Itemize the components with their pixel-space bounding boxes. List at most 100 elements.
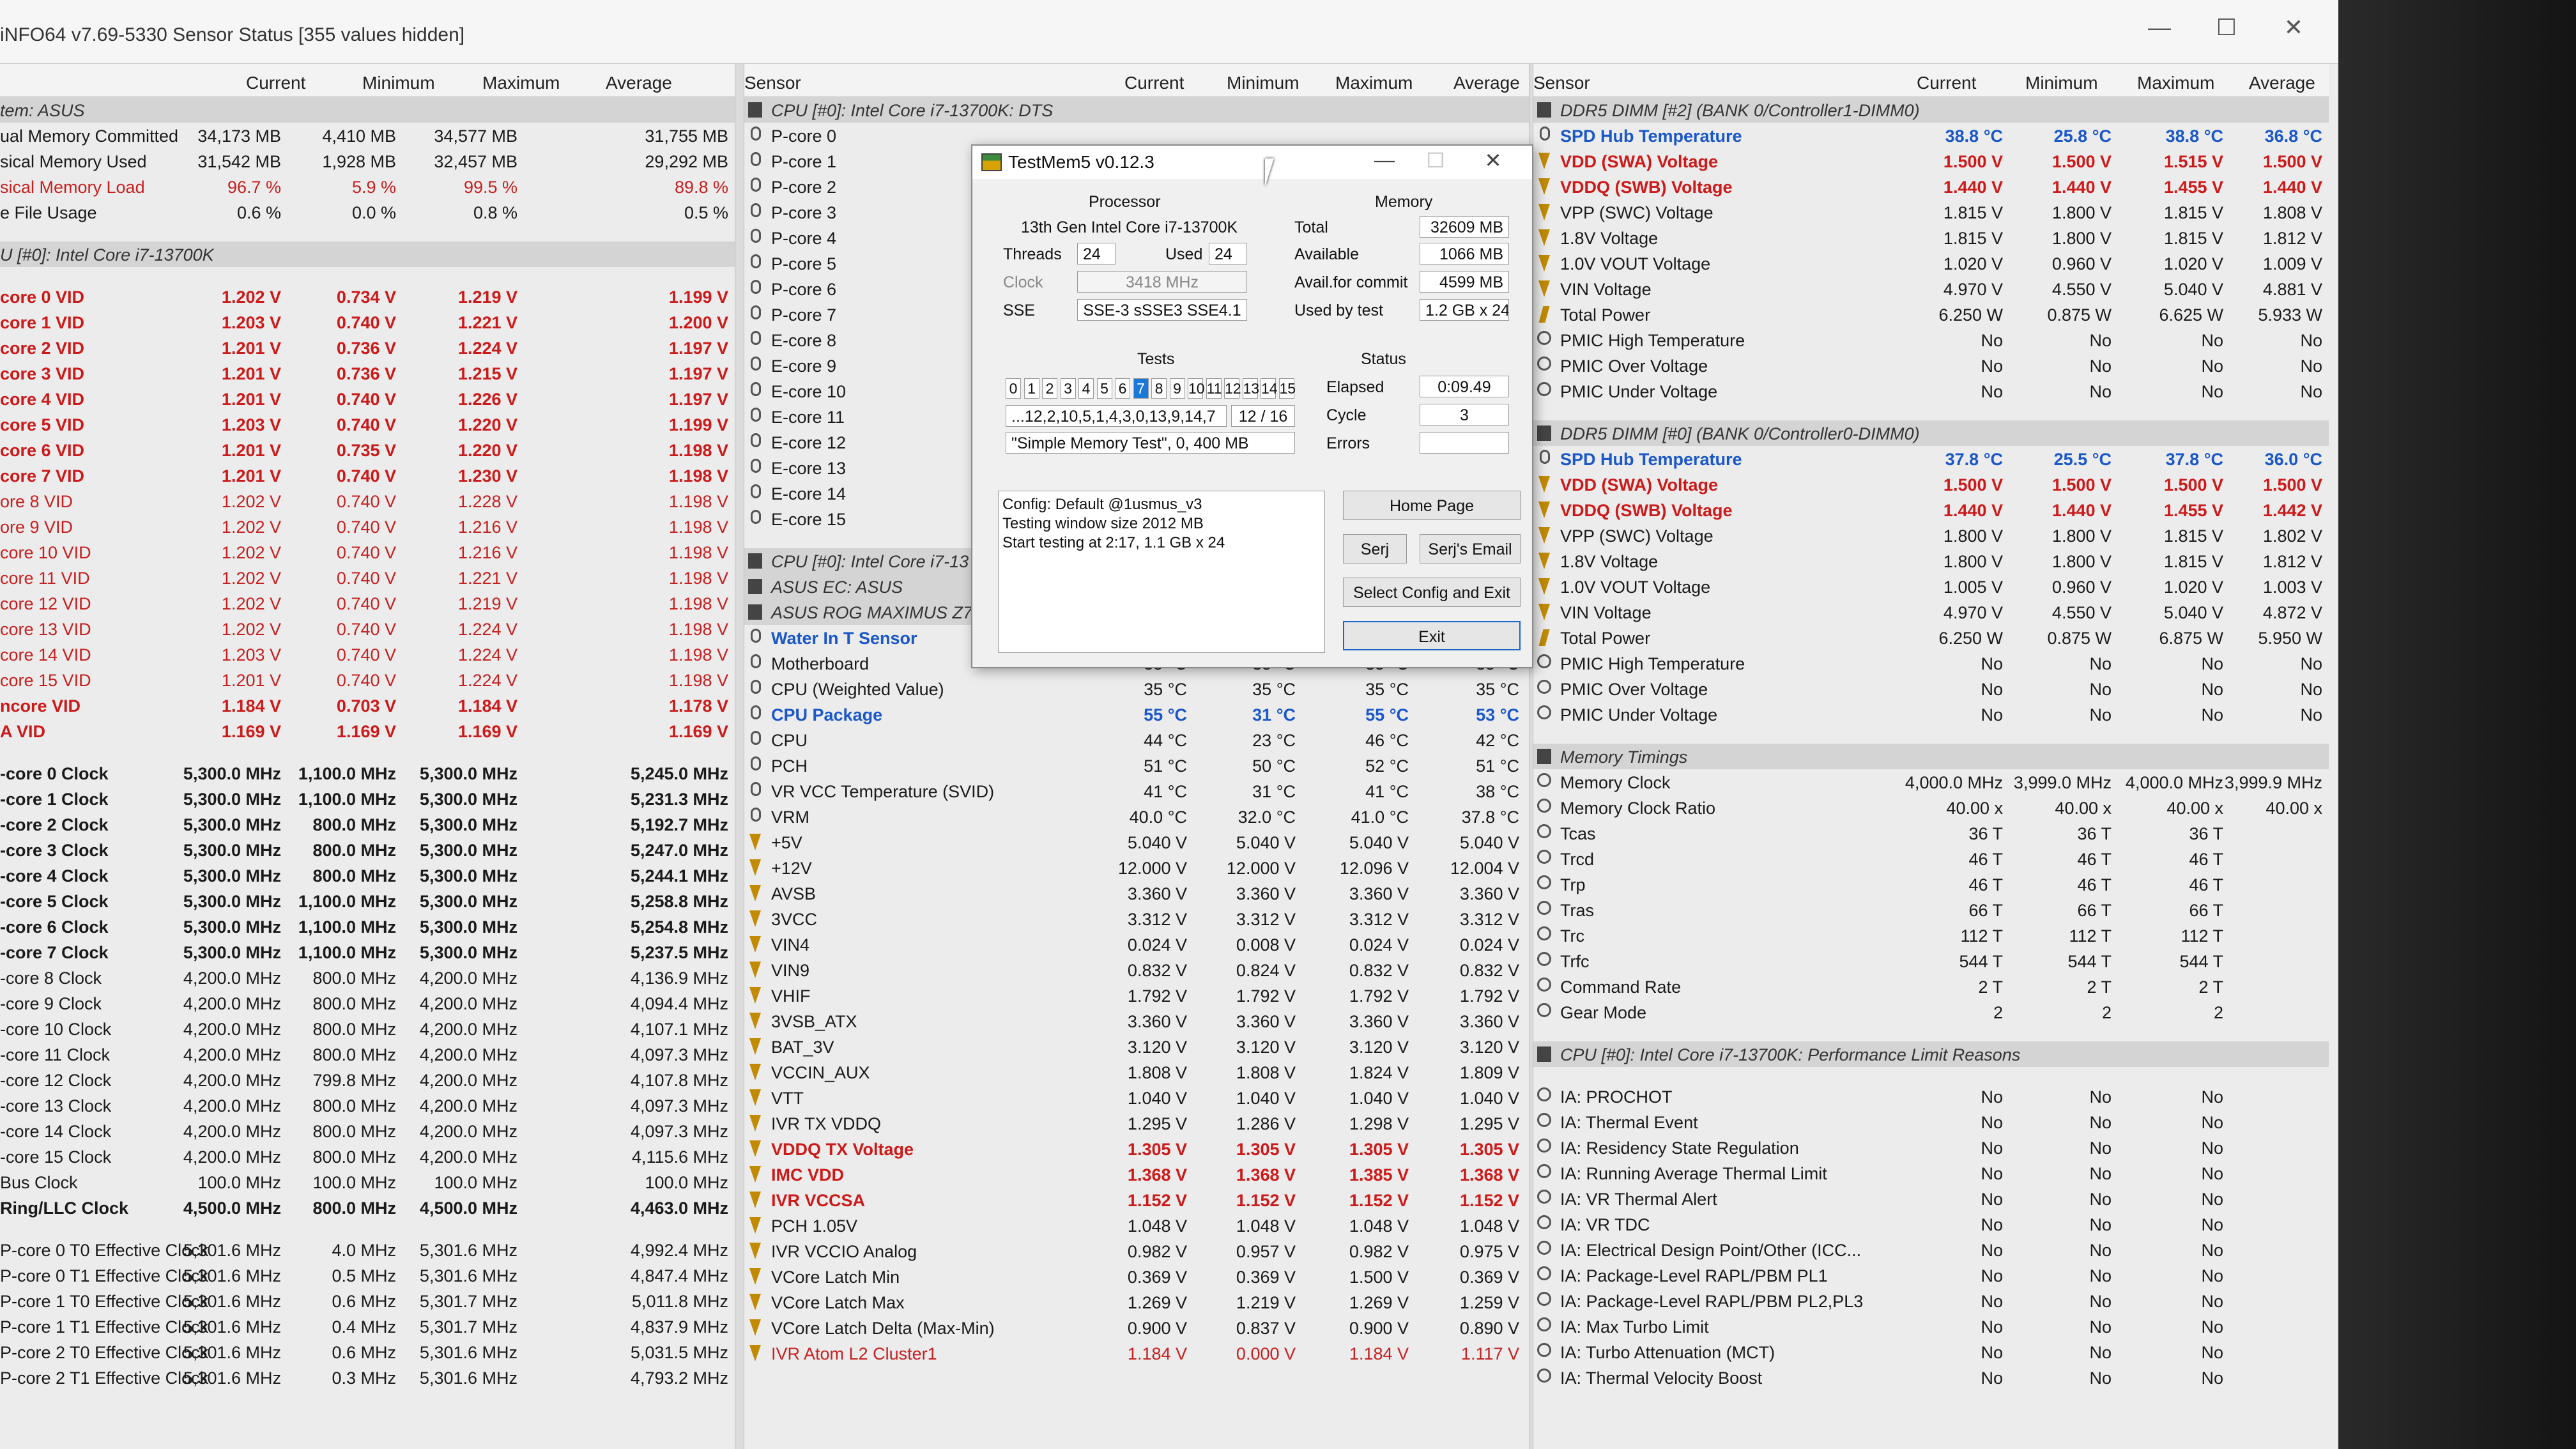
sensor-row[interactable]: -core 9 Clock 4,200.0 MHz 800.0 MHz 4,200.0… <box>0 990 735 1016</box>
close-button[interactable]: ✕ <box>2274 14 2313 41</box>
sensor-row[interactable]: ore 8 VID 1.202 V 0.740 V 1.228 V 1.198 V <box>0 488 735 514</box>
sensor-row[interactable]: core 11 VID 1.202 V 0.740 V 1.221 V 1.198 V <box>0 565 735 590</box>
sensor-row[interactable]: 1.8V Voltage 1.815 V 1.800 V 1.815 V 1.812 V <box>1533 225 2329 250</box>
sensor-row[interactable]: PCH 51 °C 50 °C 52 °C 51 °C <box>744 753 1529 778</box>
sensor-row[interactable]: -core 3 Clock 5,300.0 MHz 800.0 MHz 5,300.0… <box>0 837 735 862</box>
sensor-row[interactable]: P-core 1 T1 Effective Clock 5,301.6 MHz 0.… <box>0 1314 735 1339</box>
sensor-row[interactable]: +12V 12.000 V 12.000 V 12.096 V 12.004 V <box>744 855 1529 880</box>
col-current[interactable]: Current <box>1917 73 1976 93</box>
sensor-row[interactable]: IA: Turbo Attenuation (MCT) No No No <box>1533 1339 2329 1365</box>
available-field[interactable]: 1066 MB <box>1420 243 1509 264</box>
sensor-row[interactable]: Trfc 544 T 544 T 544 T <box>1533 948 2329 974</box>
sensor-row[interactable]: IA: PROCHOT No No No <box>1533 1084 2329 1109</box>
col-sensor[interactable]: Sensor <box>1533 73 1590 93</box>
sensor-row[interactable]: core 12 VID 1.202 V 0.740 V 1.219 V 1.198 V <box>0 590 735 616</box>
current-test-field[interactable]: "Simple Memory Test", 0, 400 MB <box>1006 432 1295 454</box>
testmem-close-button[interactable]: ✕ <box>1477 148 1509 172</box>
sensor-row[interactable]: Gear Mode 2 2 2 <box>1533 999 2329 1025</box>
sensor-row[interactable]: core 15 VID 1.201 V 0.740 V 1.224 V 1.198 V <box>0 667 735 693</box>
sensor-row[interactable]: VCore Latch Max 1.269 V 1.219 V 1.269 V 1.25… <box>744 1289 1529 1315</box>
sensor-row[interactable]: -core 4 Clock 5,300.0 MHz 800.0 MHz 5,300.0… <box>0 862 735 888</box>
sensor-row[interactable]: PMIC Under Voltage No No No No <box>1533 702 2329 727</box>
sensor-row[interactable]: VIN Voltage 4.970 V 4.550 V 5.040 V 4.872 V <box>1533 599 2329 625</box>
sensor-row[interactable]: VDD (SWA) Voltage 1.500 V 1.500 V 1.500 V 1.… <box>1533 471 2329 497</box>
sensor-row[interactable]: IVR Atom L2 Cluster1 1.184 V 0.000 V 1.184 … <box>744 1340 1529 1366</box>
sensor-row[interactable]: IA: VR TDC No No No <box>1533 1211 2329 1237</box>
total-field[interactable]: 32609 MB <box>1420 216 1509 238</box>
testmem-minimize-button[interactable]: — <box>1368 148 1400 172</box>
sensor-row[interactable]: -core 14 Clock 4,200.0 MHz 800.0 MHz 4,200.… <box>0 1118 735 1144</box>
sensor-row[interactable]: -core 5 Clock 5,300.0 MHz 1,100.0 MHz 5,300… <box>0 888 735 914</box>
test-progress-field[interactable]: 12 / 16 <box>1231 405 1295 427</box>
sensor-row[interactable]: IA: Package-Level RAPL/PBM PL2,PL3 No No No <box>1533 1288 2329 1314</box>
sensor-row[interactable]: P-core 0 T0 Effective Clock 5,301.6 MHz 4.… <box>0 1237 735 1262</box>
sensor-row[interactable]: e File Usage 0.6 % 0.0 % 0.8 % 0.5 % <box>0 199 735 225</box>
sensor-row[interactable]: CPU 44 °C 23 °C 46 °C 42 °C <box>744 727 1529 753</box>
col-average[interactable]: Average <box>606 73 672 93</box>
sensor-group-row[interactable]: Memory Timings <box>1533 744 2329 769</box>
sensor-row[interactable]: VDDQ (SWB) Voltage 1.440 V 1.440 V 1.455 V 1… <box>1533 497 2329 523</box>
sensor-row[interactable]: -core 7 Clock 5,300.0 MHz 1,100.0 MHz 5,300… <box>0 939 735 965</box>
sensor-row[interactable]: CPU (Weighted Value) 35 °C 35 °C 35 °C 35 °C <box>744 676 1529 702</box>
sensor-row[interactable]: PMIC High Temperature No No No No <box>1533 650 2329 676</box>
sensor-row[interactable]: Memory Clock Ratio 40.00 x 40.00 x 40.00 x 4… <box>1533 795 2329 820</box>
sensor-row[interactable]: IVR VCCIO Analog 0.982 V 0.957 V 0.982 V 0.9… <box>744 1238 1529 1264</box>
sensor-row[interactable]: PMIC High Temperature No No No No <box>1533 327 2329 353</box>
sensor-row[interactable]: P-core 1 T0 Effective Clock 5,301.6 MHz 0.… <box>0 1288 735 1314</box>
testmem-dialog[interactable]: TestMem5 v0.12.3 — ☐ ✕ Processor 13th Ge… <box>971 144 1533 668</box>
log-textarea[interactable]: Config: Default @1usmus_v3 Testing windo… <box>998 491 1325 653</box>
sensor-row[interactable]: SPD Hub Temperature 37.8 °C 25.5 °C 37.8 °C… <box>1533 446 2329 471</box>
sensor-row[interactable]: VIN Voltage 4.970 V 4.550 V 5.040 V 4.881 V <box>1533 276 2329 302</box>
col-current[interactable]: Current <box>1124 73 1184 93</box>
sensor-row[interactable]: 3VCC 3.312 V 3.312 V 3.312 V 3.312 V <box>744 906 1529 931</box>
sensor-row[interactable]: P-core 0 T1 Effective Clock 5,301.6 MHz 0.… <box>0 1262 735 1288</box>
col-sensor[interactable]: Sensor <box>744 73 801 93</box>
sensor-row[interactable]: -core 11 Clock 4,200.0 MHz 800.0 MHz 4,200.… <box>0 1041 735 1067</box>
sensor-row[interactable]: Tcas 36 T 36 T 36 T <box>1533 820 2329 846</box>
select-config-exit-button[interactable]: Select Config and Exit <box>1343 578 1521 607</box>
errors-field[interactable] <box>1420 432 1509 454</box>
sensor-row[interactable]: core 14 VID 1.203 V 0.740 V 1.224 V 1.198 V <box>0 641 735 667</box>
sensor-row[interactable]: core 0 VID 1.202 V 0.734 V 1.219 V 1.199 V <box>0 284 735 309</box>
col-minimum[interactable]: Minimum <box>2025 73 2098 93</box>
sensor-row[interactable]: IA: Package-Level RAPL/PBM PL1 No No No <box>1533 1262 2329 1288</box>
sensor-row[interactable]: -core 6 Clock 5,300.0 MHz 1,100.0 MHz 5,300… <box>0 914 735 939</box>
sensor-row[interactable]: SPD Hub Temperature 38.8 °C 25.8 °C 38.8 °C… <box>1533 123 2329 148</box>
sensor-row[interactable]: Bus Clock 100.0 MHz 100.0 MHz 100.0 MHz 100.… <box>0 1169 735 1195</box>
sensor-row[interactable]: VDDQ (SWB) Voltage 1.440 V 1.440 V 1.455 V 1… <box>1533 174 2329 199</box>
sensor-row[interactable]: P-core 2 T1 Effective Clock 5,301.6 MHz 0.… <box>0 1365 735 1390</box>
sensor-row[interactable]: 1.8V Voltage 1.800 V 1.800 V 1.815 V 1.812 V <box>1533 548 2329 574</box>
sensor-row[interactable]: 1.0V VOUT Voltage 1.005 V 0.960 V 1.020 V 1.… <box>1533 574 2329 599</box>
sensor-row[interactable]: core 7 VID 1.201 V 0.740 V 1.230 V 1.198 V <box>0 463 735 488</box>
sensor-row[interactable]: IMC VDD 1.368 V 1.368 V 1.385 V 1.368 V <box>744 1162 1529 1187</box>
sensor-row[interactable]: AVSB 3.360 V 3.360 V 3.360 V 3.360 V <box>744 880 1529 906</box>
sensor-row[interactable]: IA: Electrical Design Point/Other (ICC..… <box>1533 1237 2329 1262</box>
sensor-row[interactable]: ual Memory Committed 34,173 MB 4,410 MB 34,… <box>0 123 735 148</box>
sensor-row[interactable]: sical Memory Used 31,542 MB 1,928 MB 32,457… <box>0 148 735 174</box>
sensor-row[interactable]: IVR VCCSA 1.152 V 1.152 V 1.152 V 1.152 V <box>744 1187 1529 1213</box>
sensor-row[interactable]: -core 2 Clock 5,300.0 MHz 800.0 MHz 5,300.0… <box>0 811 735 837</box>
serj-email-button[interactable]: Serj's Email <box>1420 534 1521 564</box>
sensor-row[interactable]: VCCIN_AUX 1.808 V 1.808 V 1.824 V 1.809 V <box>744 1059 1529 1085</box>
sse-field[interactable]: SSE-3 sSSE3 SSE4.1 <box>1077 299 1247 321</box>
sensor-row[interactable]: sical Memory Load 96.7 % 5.9 % 99.5 % 89.8 % <box>0 174 735 199</box>
sensor-row[interactable]: Trc 112 T 112 T 112 T <box>1533 923 2329 948</box>
sensor-row[interactable]: core 5 VID 1.203 V 0.740 V 1.220 V 1.199 V <box>0 411 735 437</box>
sensor-row[interactable]: VRM 40.0 °C 32.0 °C 41.0 °C 37.8 °C <box>744 804 1529 829</box>
sensor-row[interactable]: IA: Max Turbo Limit No No No <box>1533 1314 2329 1339</box>
sensor-row[interactable]: PMIC Over Voltage No No No No <box>1533 676 2329 702</box>
sensor-row[interactable]: BAT_3V 3.120 V 3.120 V 3.120 V 3.120 V <box>744 1034 1529 1059</box>
sensor-row[interactable]: P-core 2 T0 Effective Clock 5,301.6 MHz 0.… <box>0 1339 735 1365</box>
sensor-row[interactable]: Total Power 6.250 W 0.875 W 6.625 W 5.933 W <box>1533 302 2329 327</box>
sensor-row[interactable]: -core 1 Clock 5,300.0 MHz 1,100.0 MHz 5,300… <box>0 786 735 811</box>
col-maximum[interactable]: Maximum <box>2137 73 2214 93</box>
sensor-row[interactable]: -core 15 Clock 4,200.0 MHz 800.0 MHz 4,200.… <box>0 1144 735 1169</box>
sensor-row[interactable]: Total Power 6.250 W 0.875 W 6.875 W 5.950 W <box>1533 625 2329 650</box>
sensor-row[interactable]: +5V 5.040 V 5.040 V 5.040 V 5.040 V <box>744 829 1529 855</box>
avail-commit-field[interactable]: 4599 MB <box>1420 271 1509 293</box>
sensor-row[interactable]: ncore VID 1.184 V 0.703 V 1.184 V 1.178 V <box>0 693 735 718</box>
testmem-titlebar[interactable]: TestMem5 v0.12.3 — ☐ ✕ <box>972 146 1532 179</box>
sensor-row[interactable]: core 2 VID 1.201 V 0.736 V 1.224 V 1.197 V <box>0 335 735 360</box>
sensor-row[interactable]: VHIF 1.792 V 1.792 V 1.792 V 1.792 V <box>744 983 1529 1008</box>
test-sequence-field[interactable]: ...12,2,10,5,1,4,3,0,13,9,14,7 <box>1006 405 1227 427</box>
